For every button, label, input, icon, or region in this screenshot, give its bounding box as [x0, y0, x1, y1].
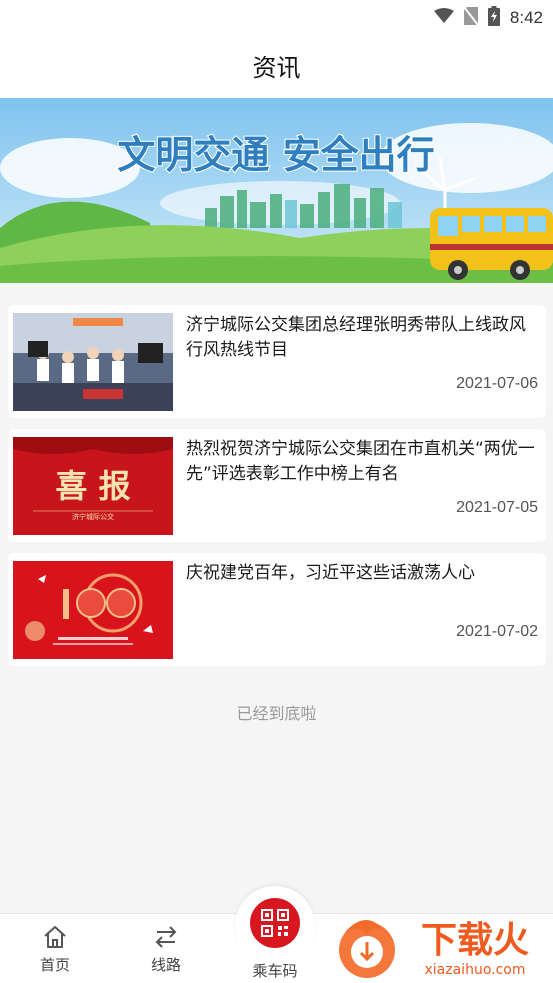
- news-item[interactable]: 济宁城际公交集团总经理张明秀带队上线政风行风热线节目 2021-07-06: [8, 305, 546, 418]
- news-thumbnail: 喜 报 济宁城际公交: [13, 437, 173, 535]
- bottom-tabbar: 首页 线路 乘车码: [0, 886, 553, 983]
- battery-icon: [487, 6, 500, 30]
- status-bar: 8:42: [0, 0, 553, 32]
- news-date: 2021-07-06: [456, 375, 538, 392]
- banner-slogan: 文明交通 安全出行: [117, 133, 434, 177]
- news-item[interactable]: 喜 报 济宁城际公交 热烈祝贺济宁城际公交集团在市直机关“两优一先”评选表彰工作…: [8, 429, 546, 542]
- news-title: 热烈祝贺济宁城际公交集团在市直机关“两优一先”评选表彰工作中榜上有名: [186, 439, 535, 484]
- banner-illustration: 文明交通 安全出行: [0, 98, 553, 283]
- tab-home-label: 首页: [39, 956, 70, 974]
- banner[interactable]: 文明交通 安全出行: [0, 98, 553, 283]
- qr-code-button[interactable]: [250, 898, 300, 948]
- swap-arrows-icon: [155, 926, 177, 948]
- end-of-list-text: 已经到底啦: [236, 704, 317, 723]
- svg-text:喜 报: 喜 报: [55, 467, 130, 505]
- news-thumbnail: [13, 313, 173, 411]
- status-time: 8:42: [509, 8, 543, 27]
- tab-qr-code[interactable]: 乘车码: [225, 886, 325, 983]
- news-thumbnail: [13, 561, 173, 659]
- news-title: 济宁城际公交集团总经理张明秀带队上线政风行风热线节目: [186, 315, 526, 360]
- qr-code-icon: [261, 909, 289, 937]
- home-icon: [44, 926, 66, 948]
- news-date: 2021-07-05: [456, 499, 538, 516]
- tab-routes[interactable]: 线路: [121, 914, 211, 983]
- bus-icon: [430, 208, 553, 280]
- page-title: 资讯: [252, 53, 301, 82]
- tab-routes-label: 线路: [150, 956, 181, 974]
- no-sim-icon: [463, 6, 479, 29]
- tab-home[interactable]: 首页: [10, 914, 100, 983]
- svg-text:济宁城际公交: 济宁城际公交: [72, 512, 114, 521]
- news-title: 庆祝建党百年，习近平这些话激荡人心: [186, 563, 475, 583]
- news-date: 2021-07-02: [456, 623, 538, 640]
- news-item[interactable]: 庆祝建党百年，习近平这些话激荡人心 2021-07-02: [8, 553, 546, 666]
- wifi-icon: [433, 8, 454, 28]
- tab-qr-label: 乘车码: [252, 962, 298, 980]
- page-header: 资讯: [0, 32, 553, 98]
- news-list: 济宁城际公交集团总经理张明秀带队上线政风行风热线节目 2021-07-06 喜 …: [8, 305, 546, 677]
